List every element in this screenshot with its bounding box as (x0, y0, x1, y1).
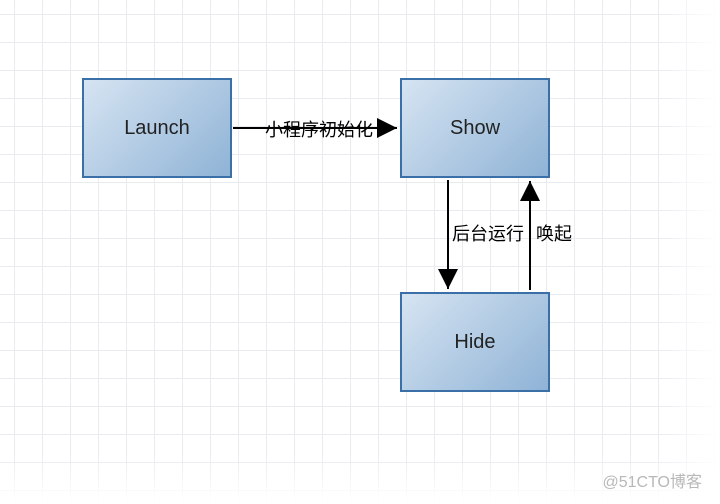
edge-init-label: 小程序初始化 (265, 116, 373, 142)
watermark: @51CTO博客 (602, 468, 702, 492)
edge-wake-label: 唤起 (536, 220, 572, 246)
node-launch-label: Launch (124, 117, 190, 140)
node-show-label: Show (450, 117, 500, 140)
fade-right (660, 0, 720, 504)
edge-to-back-label: 后台运行 (452, 220, 524, 246)
node-hide-label: Hide (454, 331, 495, 354)
node-launch: Launch (82, 78, 232, 178)
node-hide: Hide (400, 292, 550, 392)
diagram-arrows (0, 0, 720, 504)
node-show: Show (400, 78, 550, 178)
